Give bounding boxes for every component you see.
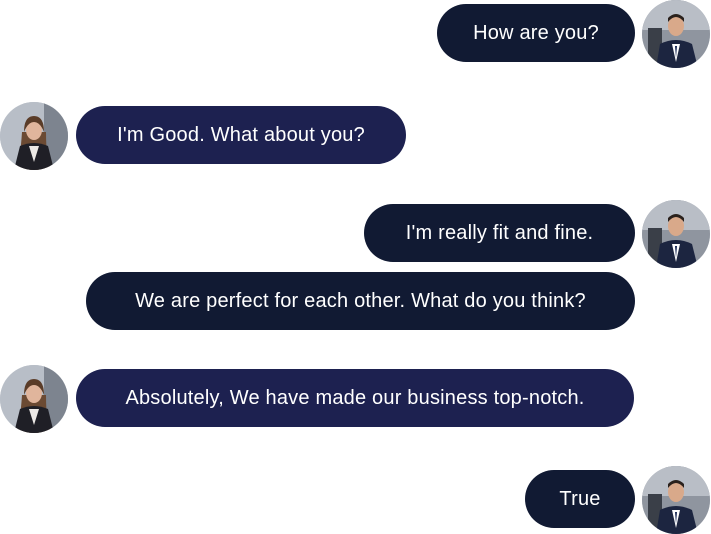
message-bubble-sent: True bbox=[525, 470, 635, 528]
woman-avatar-icon bbox=[0, 365, 68, 433]
message-bubble-received: I'm Good. What about you? bbox=[76, 106, 406, 164]
message-bubble-sent: I'm really fit and fine. bbox=[364, 204, 635, 262]
message-bubble-sent: We are perfect for each other. What do y… bbox=[86, 272, 635, 330]
woman-avatar-icon bbox=[0, 102, 68, 170]
man-avatar-icon bbox=[642, 200, 710, 268]
message-bubble-received: Absolutely, We have made our business to… bbox=[76, 369, 634, 427]
chat-conversation: How are you? I'm Good. What about you? I… bbox=[0, 0, 711, 534]
message-bubble-sent: How are you? bbox=[437, 4, 635, 62]
man-avatar-icon bbox=[642, 466, 710, 534]
man-avatar-icon bbox=[642, 0, 710, 68]
